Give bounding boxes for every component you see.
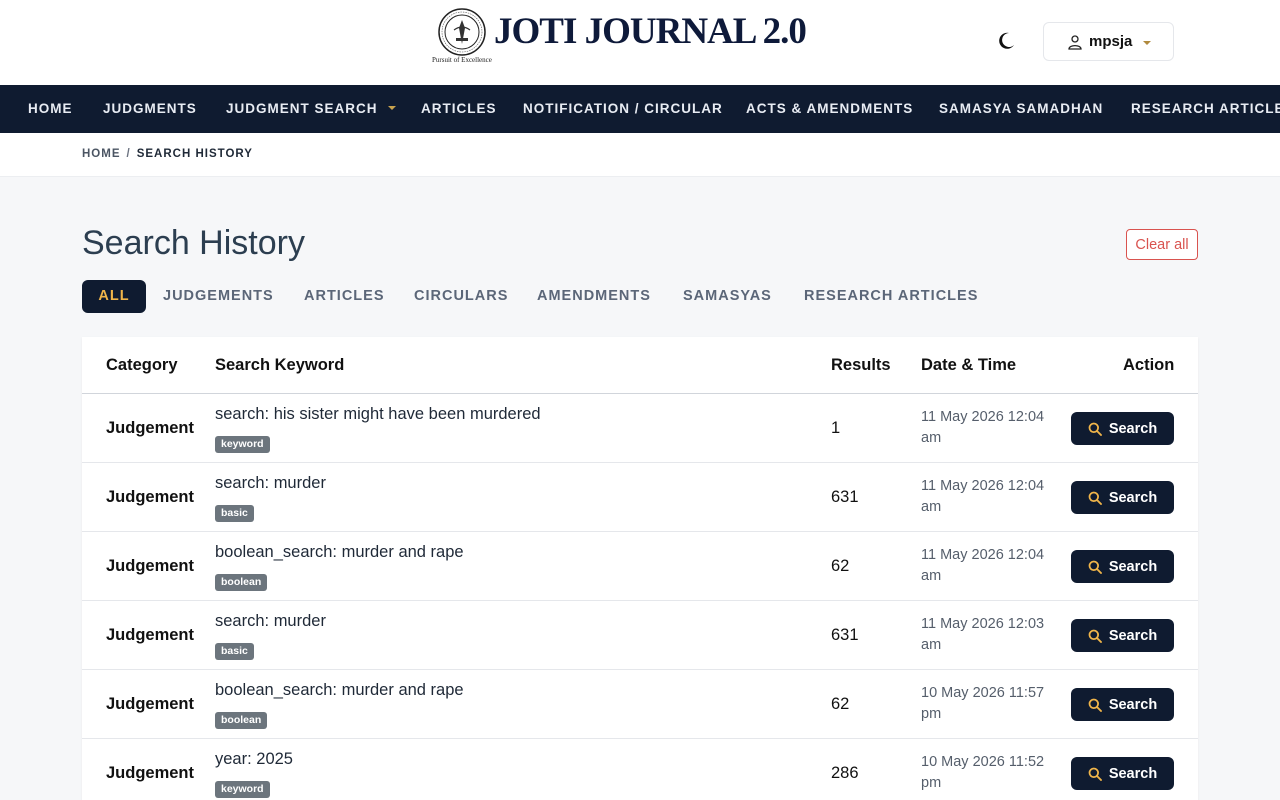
row-category: Judgement [106, 764, 195, 782]
header-category: Category [106, 356, 178, 374]
row-results: 1 [831, 419, 841, 437]
row-results: 286 [831, 764, 859, 782]
search-button-label: Search [1108, 420, 1158, 437]
row-results: 631 [831, 626, 859, 644]
search-icon [1088, 422, 1102, 436]
header-keyword: Search Keyword [215, 356, 345, 374]
breadcrumb-bar: HOME / SEARCH HISTORY [0, 133, 1280, 177]
row-datetime: 10 May 2026 11:57 pm [921, 685, 1045, 722]
table-row: Judgement year: 2025 keyword 286 10 May 2026… [82, 739, 1198, 800]
row-datetime: 11 May 2026 12:04 am [921, 547, 1045, 584]
search-again-button[interactable]: Search [1071, 757, 1174, 790]
search-button-label: Search [1108, 489, 1158, 506]
user-icon [1068, 34, 1082, 50]
breadcrumb: HOME / SEARCH HISTORY [82, 148, 253, 160]
header-datetime: Date & Time [921, 356, 1017, 374]
table-row: Judgement search: murder basic 631 11 May 20… [82, 601, 1198, 670]
row-datetime: 10 May 2026 11:52 pm [921, 754, 1045, 791]
row-keyword: year: 2025 [215, 750, 293, 768]
search-icon [1088, 560, 1102, 574]
nav-judgment-search[interactable]: JUDGMENT SEARCH [226, 85, 396, 133]
tab-research-articles[interactable]: RESEARCH ARTICLES [804, 280, 978, 313]
nav-judgments[interactable]: JUDGMENTS [103, 85, 197, 133]
seal-logo-icon [438, 8, 486, 56]
tab-articles[interactable]: ARTICLES [304, 280, 385, 313]
nav-home[interactable]: HOME [28, 85, 73, 133]
logo-motto: Pursuit of Excellence [432, 56, 492, 64]
header-results: Results [831, 356, 891, 374]
nav-articles[interactable]: ARTICLES [421, 85, 497, 133]
search-again-button[interactable]: Search [1071, 412, 1174, 445]
search-again-button[interactable]: Search [1071, 481, 1174, 514]
nav-research-articles[interactable]: RESEARCH ARTICLES [1131, 85, 1280, 133]
table-header: Category Search Keyword Results Date & T… [82, 337, 1198, 394]
row-keyword: search: murder [215, 474, 326, 492]
site-header: Pursuit of Excellence JOTI JOURNAL 2.0 m… [0, 0, 1280, 85]
row-category: Judgement [106, 557, 195, 575]
row-datetime: 11 May 2026 12:04 am [921, 409, 1045, 446]
search-button-label: Search [1108, 558, 1158, 575]
clear-all-button[interactable]: Clear all [1126, 229, 1198, 260]
tab-circulars[interactable]: CIRCULARS [414, 280, 508, 313]
row-results: 62 [831, 695, 850, 713]
header-action: Action [1123, 356, 1175, 374]
table-row: Judgement search: his sister might have b… [82, 394, 1198, 463]
main-nav: HOME JUDGMENTS JUDGMENT SEARCH ARTICLES … [0, 85, 1280, 133]
search-type-badge: boolean [215, 574, 268, 591]
moon-icon[interactable] [995, 30, 1017, 52]
nav-notification-circular[interactable]: NOTIFICATION / CIRCULAR [523, 85, 723, 133]
row-category: Judgement [106, 695, 195, 713]
nav-judgment-search-label: JUDGMENT SEARCH [226, 101, 378, 116]
search-again-button[interactable]: Search [1071, 550, 1174, 583]
row-results: 62 [831, 557, 850, 575]
search-icon [1088, 491, 1102, 505]
row-keyword: boolean_search: murder and rape [215, 681, 464, 699]
search-icon [1088, 767, 1102, 781]
row-results: 631 [831, 488, 859, 506]
search-button-label: Search [1108, 696, 1158, 713]
search-type-badge: basic [215, 505, 254, 522]
tab-samasyas[interactable]: SAMASYAS [683, 280, 772, 313]
breadcrumb-separator: / [126, 148, 131, 160]
nav-samasya-samadhan[interactable]: SAMASYA SAMADHAN [939, 85, 1103, 133]
search-type-badge: boolean [215, 712, 268, 729]
search-button-label: Search [1108, 765, 1158, 782]
search-button-label: Search [1108, 627, 1158, 644]
search-icon [1088, 698, 1102, 712]
row-category: Judgement [106, 419, 195, 437]
row-category: Judgement [106, 488, 195, 506]
nav-acts-amendments[interactable]: ACTS & AMENDMENTS [746, 85, 913, 133]
user-menu-button[interactable]: mpsja [1043, 22, 1174, 61]
row-category: Judgement [106, 626, 195, 644]
row-datetime: 11 May 2026 12:04 am [921, 478, 1045, 515]
row-datetime: 11 May 2026 12:03 am [921, 616, 1045, 653]
search-again-button[interactable]: Search [1071, 688, 1174, 721]
row-keyword: search: murder [215, 612, 326, 630]
tab-amendments[interactable]: AMENDMENTS [537, 280, 651, 313]
search-again-button[interactable]: Search [1071, 619, 1174, 652]
chevron-down-icon [387, 106, 396, 111]
tab-all[interactable]: ALL [82, 280, 146, 313]
search-type-badge: keyword [215, 436, 270, 453]
breadcrumb-current: SEARCH HISTORY [136, 148, 253, 160]
site-title: JOTI JOURNAL 2.0 [494, 11, 807, 52]
row-keyword: search: his sister might have been murde… [215, 405, 541, 423]
search-icon [1088, 629, 1102, 643]
page-title: Search History [82, 224, 305, 262]
breadcrumb-home[interactable]: HOME [82, 148, 121, 160]
user-name: mpsja [1089, 33, 1133, 50]
chevron-down-icon [1143, 41, 1152, 45]
search-type-badge: keyword [215, 781, 270, 798]
tab-judgements[interactable]: JUDGEMENTS [163, 280, 274, 313]
search-history-table: Category Search Keyword Results Date & T… [82, 337, 1198, 800]
table-row: Judgement search: murder basic 631 11 May 20… [82, 463, 1198, 532]
table-row: Judgement boolean_search: murder and rape… [82, 532, 1198, 601]
table-row: Judgement boolean_search: murder and rape… [82, 670, 1198, 739]
search-type-badge: basic [215, 643, 254, 660]
site-logo[interactable]: Pursuit of Excellence JOTI JOURNAL 2.0 [432, 6, 822, 66]
row-keyword: boolean_search: murder and rape [215, 543, 464, 561]
